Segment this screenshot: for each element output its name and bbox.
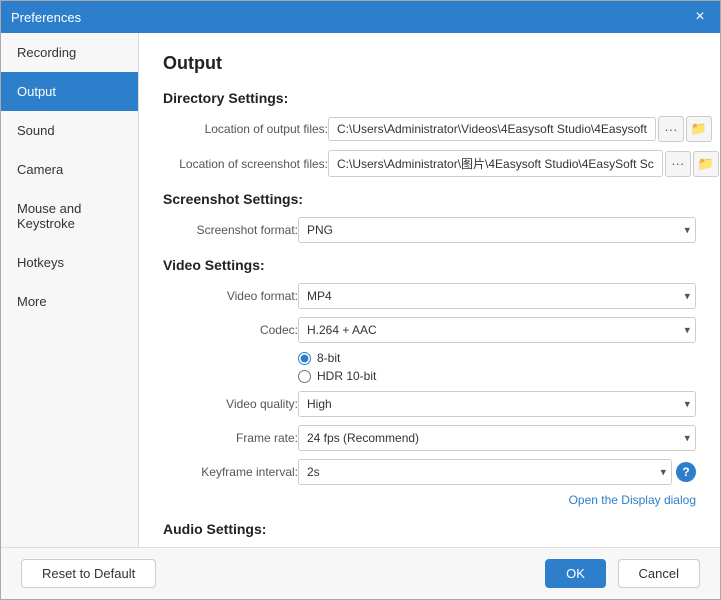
8bit-label: 8-bit bbox=[317, 351, 340, 365]
video-codec-select[interactable]: H.264 + AAC H.265 + AAC bbox=[298, 317, 696, 343]
video-format-label: Video format: bbox=[163, 289, 298, 303]
10bit-radio[interactable] bbox=[298, 370, 311, 383]
content-area: Recording Output Sound Camera Mouse and … bbox=[1, 33, 720, 547]
folder-icon: 📁 bbox=[691, 121, 707, 137]
10bit-radio-row: HDR 10-bit bbox=[298, 369, 376, 383]
video-format-controls: MP4 MOV AVI MKV ▾ bbox=[298, 283, 696, 309]
frame-rate-select[interactable]: 24 fps (Recommend) 30 fps 60 fps bbox=[298, 425, 696, 451]
output-files-controls: C:\Users\Administrator\Videos\4Easysoft … bbox=[328, 116, 712, 142]
reset-default-button[interactable]: Reset to Default bbox=[21, 559, 156, 588]
sidebar-item-mouse-keystroke[interactable]: Mouse and Keystroke bbox=[1, 189, 138, 243]
video-quality-row: Video quality: Low Medium High Lossless … bbox=[163, 391, 696, 417]
screenshot-format-dropdown-wrapper: PNG JPG BMP GIF ▾ bbox=[298, 217, 696, 243]
footer-right: OK Cancel bbox=[545, 559, 700, 588]
frame-rate-row: Frame rate: 24 fps (Recommend) 30 fps 60… bbox=[163, 425, 696, 451]
video-format-dropdown-wrapper: MP4 MOV AVI MKV ▾ bbox=[298, 283, 696, 309]
title-bar: Preferences × bbox=[1, 1, 720, 33]
output-files-row: Location of output files: C:\Users\Admin… bbox=[163, 116, 696, 142]
question-icon: ? bbox=[682, 465, 689, 479]
screenshot-files-dots-button[interactable]: ··· bbox=[665, 151, 691, 177]
keyframe-label: Keyframe interval: bbox=[163, 465, 298, 479]
video-quality-dropdown-wrapper: Low Medium High Lossless ▾ bbox=[298, 391, 696, 417]
frame-rate-dropdown-wrapper: 24 fps (Recommend) 30 fps 60 fps ▾ bbox=[298, 425, 696, 451]
screenshot-settings-title: Screenshot Settings: bbox=[163, 191, 696, 207]
video-quality-label: Video quality: bbox=[163, 397, 298, 411]
cancel-button[interactable]: Cancel bbox=[618, 559, 700, 588]
screenshot-format-controls: PNG JPG BMP GIF ▾ bbox=[298, 217, 696, 243]
display-dialog-link[interactable]: Open the Display dialog bbox=[569, 493, 696, 507]
video-quality-controls: Low Medium High Lossless ▾ bbox=[298, 391, 696, 417]
footer-left: Reset to Default bbox=[21, 559, 545, 588]
folder-icon-2: 📁 bbox=[698, 156, 714, 172]
video-format-select[interactable]: MP4 MOV AVI MKV bbox=[298, 283, 696, 309]
main-content: Output Directory Settings: Location of o… bbox=[139, 33, 720, 547]
screenshot-files-row: Location of screenshot files: C:\Users\A… bbox=[163, 150, 696, 177]
ok-button[interactable]: OK bbox=[545, 559, 606, 588]
frame-rate-controls: 24 fps (Recommend) 30 fps 60 fps ▾ bbox=[298, 425, 696, 451]
video-codec-row: Codec: H.264 + AAC H.265 + AAC ▾ bbox=[163, 317, 696, 343]
video-format-row: Video format: MP4 MOV AVI MKV ▾ bbox=[163, 283, 696, 309]
close-button[interactable]: × bbox=[690, 7, 710, 27]
sidebar-item-hotkeys[interactable]: Hotkeys bbox=[1, 243, 138, 282]
keyframe-row: Keyframe interval: 1s 2s 3s 5s ▾ ? bbox=[163, 459, 696, 485]
output-files-label: Location of output files: bbox=[163, 122, 328, 136]
preferences-window: Preferences × Recording Output Sound Cam… bbox=[0, 0, 721, 600]
audio-settings-title: Audio Settings: bbox=[163, 521, 696, 537]
bit-depth-controls: 8-bit HDR 10-bit bbox=[298, 351, 696, 383]
output-files-folder-button[interactable]: 📁 bbox=[686, 116, 712, 142]
screenshot-files-label: Location of screenshot files: bbox=[163, 157, 328, 171]
video-codec-controls: H.264 + AAC H.265 + AAC ▾ bbox=[298, 317, 696, 343]
display-dialog-row: Open the Display dialog bbox=[163, 493, 696, 507]
bit-depth-row: 8-bit HDR 10-bit bbox=[163, 351, 696, 383]
screenshot-format-label: Screenshot format: bbox=[163, 223, 298, 237]
screenshot-format-row: Screenshot format: PNG JPG BMP GIF ▾ bbox=[163, 217, 696, 243]
directory-settings-title: Directory Settings: bbox=[163, 90, 696, 106]
8bit-radio[interactable] bbox=[298, 352, 311, 365]
bit-depth-radio-group: 8-bit HDR 10-bit bbox=[298, 351, 376, 383]
keyframe-controls: 1s 2s 3s 5s ▾ ? bbox=[298, 459, 696, 485]
screenshot-files-folder-button[interactable]: 📁 bbox=[693, 151, 719, 177]
keyframe-help-button[interactable]: ? bbox=[676, 462, 696, 482]
window-title: Preferences bbox=[11, 10, 690, 25]
keyframe-select[interactable]: 1s 2s 3s 5s bbox=[298, 459, 672, 485]
sidebar-item-recording[interactable]: Recording bbox=[1, 33, 138, 72]
8bit-radio-row: 8-bit bbox=[298, 351, 376, 365]
video-codec-label: Codec: bbox=[163, 323, 298, 337]
sidebar-item-output[interactable]: Output bbox=[1, 72, 138, 111]
screenshot-files-controls: C:\Users\Administrator\图片\4Easysoft Stud… bbox=[328, 150, 719, 177]
screenshot-format-select[interactable]: PNG JPG BMP GIF bbox=[298, 217, 696, 243]
footer: Reset to Default OK Cancel bbox=[1, 547, 720, 599]
video-settings-title: Video Settings: bbox=[163, 257, 696, 273]
sidebar-item-more[interactable]: More bbox=[1, 282, 138, 321]
video-codec-dropdown-wrapper: H.264 + AAC H.265 + AAC ▾ bbox=[298, 317, 696, 343]
sidebar-item-sound[interactable]: Sound bbox=[1, 111, 138, 150]
page-title: Output bbox=[163, 53, 696, 74]
output-files-path: C:\Users\Administrator\Videos\4Easysoft … bbox=[328, 117, 656, 141]
keyframe-dropdown-wrapper: 1s 2s 3s 5s ▾ bbox=[298, 459, 672, 485]
video-quality-select[interactable]: Low Medium High Lossless bbox=[298, 391, 696, 417]
frame-rate-label: Frame rate: bbox=[163, 431, 298, 445]
sidebar: Recording Output Sound Camera Mouse and … bbox=[1, 33, 139, 547]
output-files-dots-button[interactable]: ··· bbox=[658, 116, 684, 142]
sidebar-item-camera[interactable]: Camera bbox=[1, 150, 138, 189]
10bit-label: HDR 10-bit bbox=[317, 369, 376, 383]
screenshot-files-path: C:\Users\Administrator\图片\4Easysoft Stud… bbox=[328, 150, 663, 177]
